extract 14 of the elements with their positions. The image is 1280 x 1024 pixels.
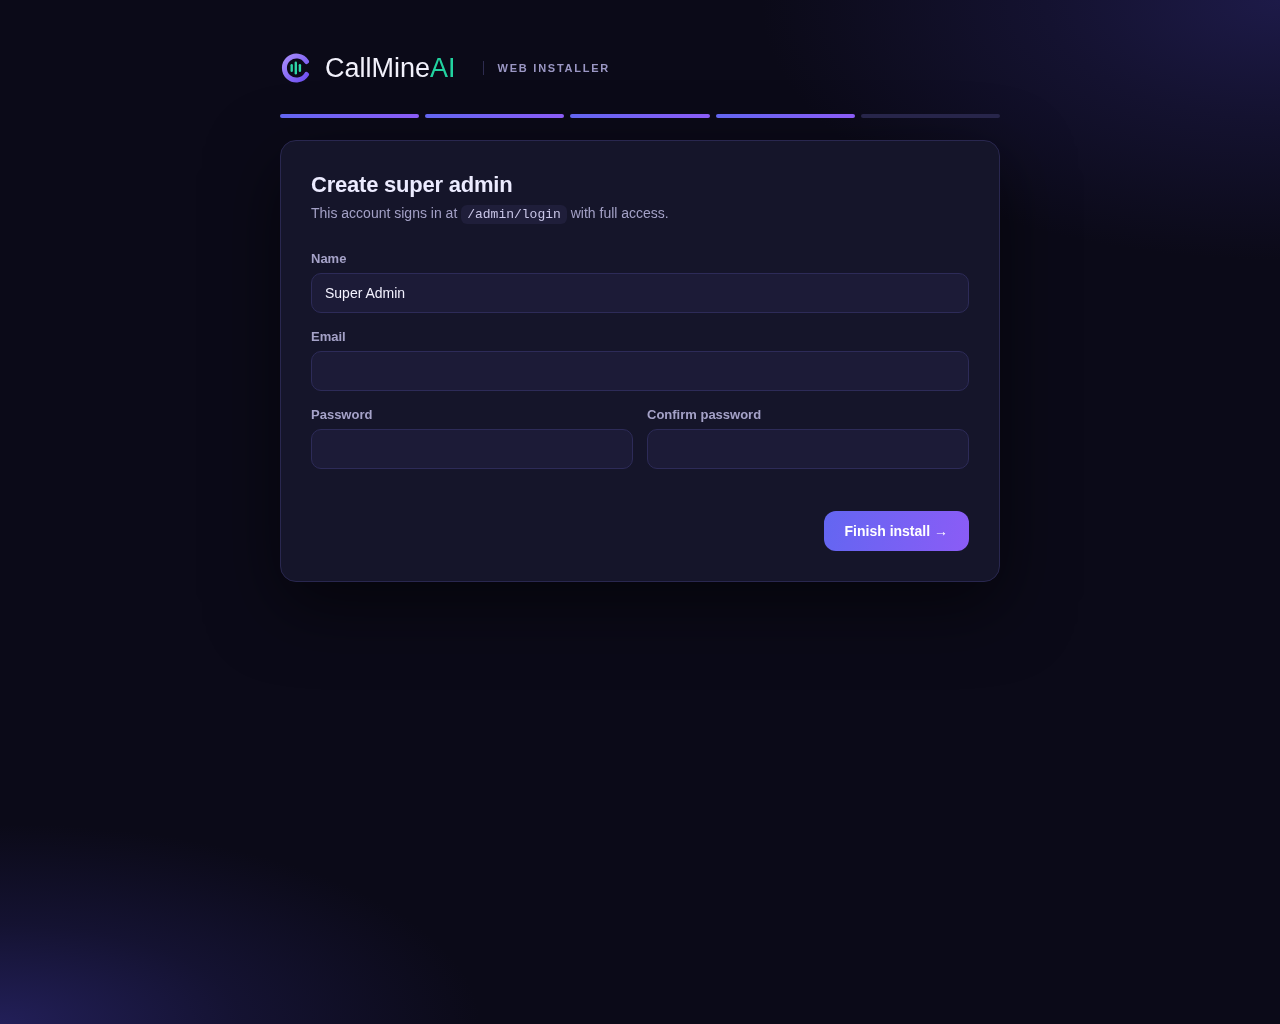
field-label: Confirm password [647, 407, 762, 423]
field-label: Password [311, 407, 373, 423]
field-label: Email [311, 329, 346, 345]
logo-icon [281, 53, 311, 83]
card-description: This account signs in at /admin/login with full access. [311, 204, 670, 225]
installer-subtitle: WEB INSTALLER [497, 60, 611, 76]
card-title: Create super admin [311, 171, 514, 199]
input-field[interactable]: Super Admin [311, 273, 969, 313]
finish-install-button[interactable]: Finish install → [823, 511, 969, 551]
input-field[interactable] [311, 429, 633, 469]
input-field[interactable] [647, 429, 969, 469]
brand-name: CallMineAI [325, 52, 456, 84]
field-label: Name [311, 251, 347, 267]
input-field[interactable] [311, 351, 969, 391]
